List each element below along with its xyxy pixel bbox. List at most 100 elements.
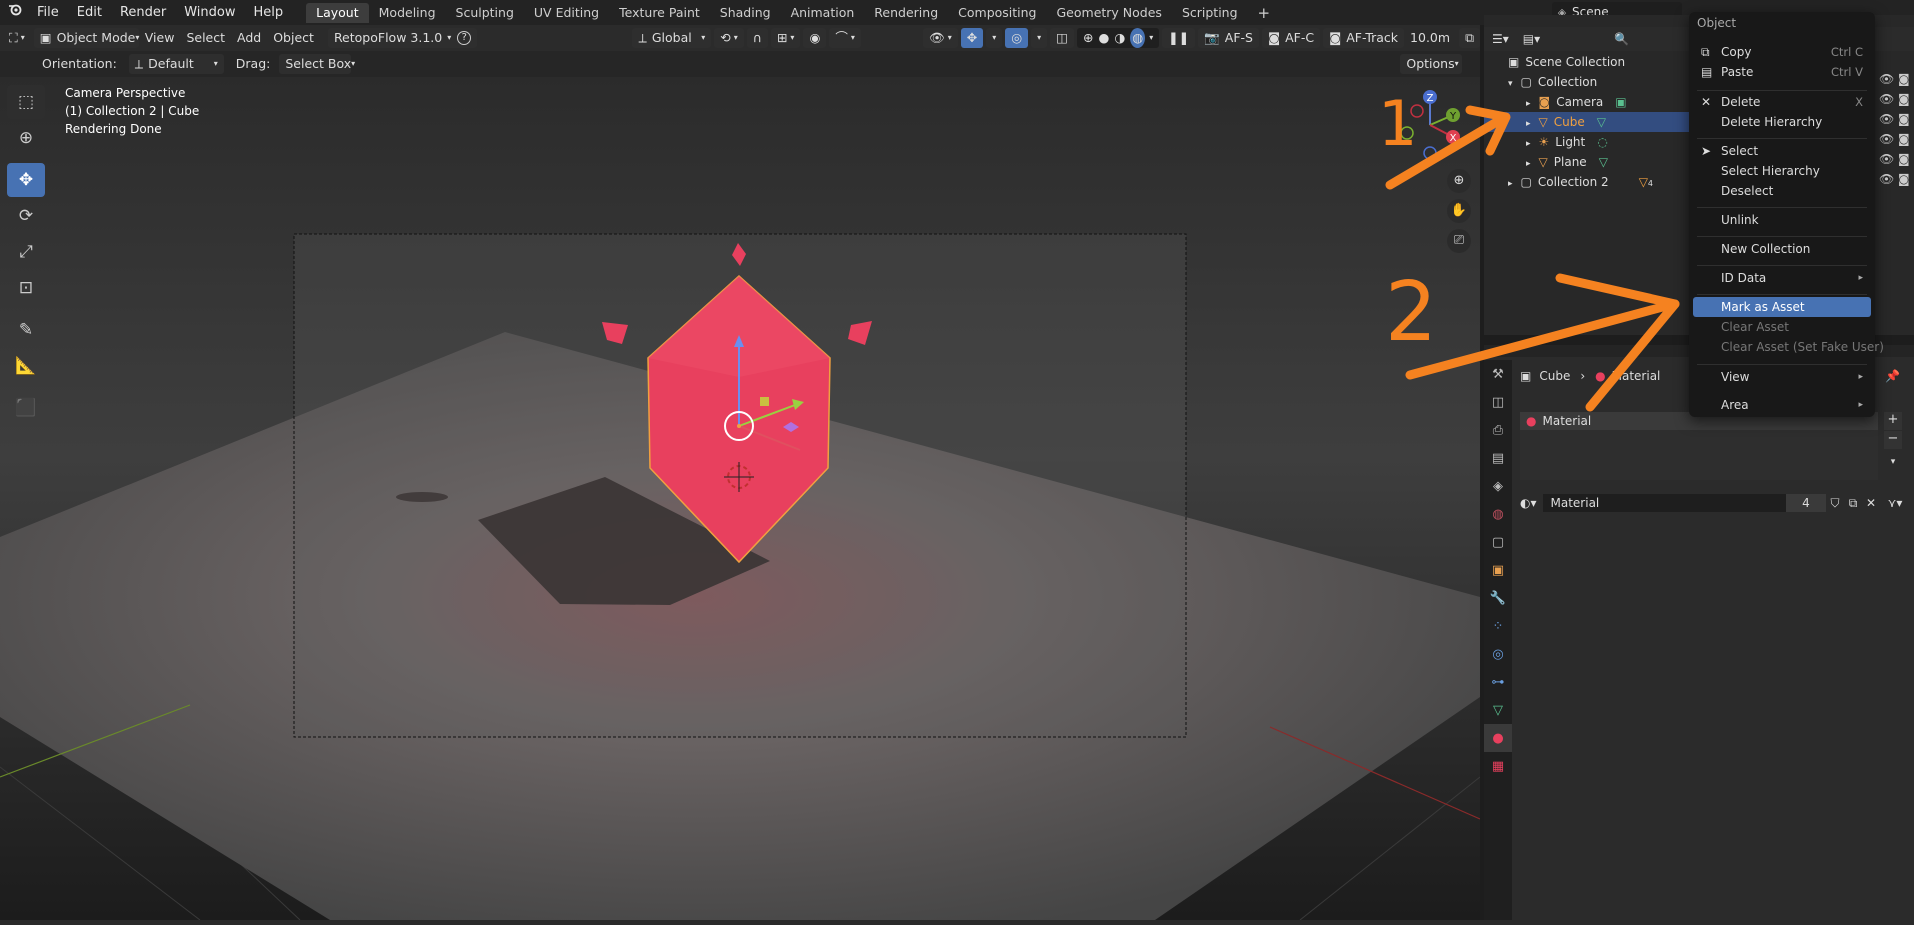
cursor-tool-icon[interactable]: ⊕	[7, 121, 45, 155]
pause-render-button[interactable]: ❚❚	[1162, 28, 1196, 48]
material-shading-icon[interactable]: ◑	[1114, 28, 1125, 48]
measure-tool-icon[interactable]: 📐	[7, 349, 45, 383]
unlink-icon[interactable]: ✕	[1862, 496, 1880, 510]
menu-view[interactable]: View	[139, 28, 181, 48]
expand-arrow-icon[interactable]: ▸	[1526, 139, 1531, 149]
camera-view-icon[interactable]: ⎚	[1447, 229, 1471, 253]
expand-arrow-icon[interactable]: ▸	[1508, 179, 1513, 189]
workspace-tab-texture-paint[interactable]: Texture Paint	[609, 3, 710, 23]
rotate-tool-icon[interactable]: ⟳	[7, 199, 45, 233]
visibility-dropdown[interactable]: 👁 ▾	[922, 28, 958, 48]
menu-item-select[interactable]: ➤ Select	[1693, 141, 1871, 161]
output-tab-icon[interactable]: ⎙	[1484, 416, 1512, 444]
expand-arrow-icon[interactable]: ▾	[1508, 79, 1513, 89]
workspace-tab-animation[interactable]: Animation	[781, 3, 865, 23]
workspace-tab-uv-editing[interactable]: UV Editing	[524, 3, 609, 23]
scene-tab-icon[interactable]: ◈	[1484, 472, 1512, 500]
outliner-scene-collection[interactable]: ▣ Scene Collection	[1484, 52, 1690, 72]
menu-item-clear-asset-fake-user[interactable]: Clear Asset (Set Fake User)	[1693, 337, 1884, 357]
menu-item-copy[interactable]: ⧉ Copy Ctrl C	[1693, 42, 1871, 62]
zoom-icon[interactable]: ⊕	[1447, 169, 1471, 193]
proportional-edit-toggle[interactable]: ◉	[803, 28, 827, 48]
expand-arrow-icon[interactable]: ▸	[1526, 119, 1531, 129]
outliner-item-camera[interactable]: ▸ ◙ Camera ▣	[1484, 92, 1690, 112]
workspace-tab-modeling[interactable]: Modeling	[369, 3, 446, 23]
workspace-tab-scripting[interactable]: Scripting	[1172, 3, 1248, 23]
collection-tab-icon[interactable]: ▢	[1484, 528, 1512, 556]
menu-item-area[interactable]: Area ▸	[1693, 395, 1871, 415]
add-slot-button[interactable]: +	[1884, 412, 1902, 430]
outliner-search-icon[interactable]: 🔍	[1614, 32, 1629, 46]
slot-specials-button[interactable]: ▾	[1884, 457, 1902, 475]
workspace-tab-rendering[interactable]: Rendering	[864, 3, 948, 23]
object-tab-icon[interactable]: ▣	[1484, 556, 1512, 584]
viewport-settings-button[interactable]: ⧉	[1459, 28, 1480, 48]
data-tab-icon[interactable]: ▽	[1484, 696, 1512, 724]
af-track-button[interactable]: ◙ AF-Track	[1323, 28, 1405, 48]
help-icon[interactable]: ?	[457, 31, 472, 45]
transform-orientation-dropdown[interactable]: ⟂ Global ▾	[632, 28, 712, 48]
xray-toggle[interactable]: ◫	[1050, 28, 1074, 48]
eye-icon[interactable]: 👁 ◙	[1879, 172, 1914, 192]
eye-icon[interactable]: 👁 ◙	[1879, 132, 1914, 152]
outliner-collection-2[interactable]: ▸ ▢ Collection 2 ▽4	[1484, 172, 1690, 192]
solid-shading-icon[interactable]: ●	[1098, 28, 1109, 48]
physics-tab-icon[interactable]: ◎	[1484, 640, 1512, 668]
tool-tab-icon[interactable]: ⚒	[1484, 360, 1512, 388]
wireframe-shading-icon[interactable]: ⊕	[1083, 28, 1093, 48]
material-name-field[interactable]: Material	[1542, 494, 1786, 512]
eye-icon[interactable]: 👁 ◙	[1879, 112, 1914, 132]
node-tree-icon[interactable]: ⋎▾	[1880, 496, 1910, 510]
view-layer-tab-icon[interactable]: ▤	[1484, 444, 1512, 472]
menu-item-deselect[interactable]: Deselect	[1693, 181, 1871, 201]
breadcrumb-object[interactable]: Cube	[1539, 369, 1570, 383]
navigation-gizmo[interactable]: Z Y X	[1395, 85, 1465, 165]
rendered-shading-icon[interactable]: ◍	[1130, 28, 1146, 48]
overlay-dropdown[interactable]: ▾	[1031, 28, 1048, 48]
menu-edit[interactable]: Edit	[68, 0, 111, 25]
falloff-dropdown[interactable]: ⌒ ▾	[829, 28, 861, 48]
overlay-toggle[interactable]: ◎	[1005, 28, 1029, 48]
af-s-button[interactable]: 📷 AF-S	[1198, 28, 1259, 48]
display-mode-icon[interactable]: ▤▾	[1523, 32, 1540, 46]
pan-hand-icon[interactable]: ✋	[1447, 199, 1471, 223]
particles-tab-icon[interactable]: ⁘	[1484, 612, 1512, 640]
shading-mode-group[interactable]: ⊕ ● ◑ ◍ ▾	[1076, 28, 1160, 48]
eye-icon[interactable]: 👁 ◙	[1879, 72, 1914, 92]
camera-data-icon[interactable]: ▣	[1615, 95, 1626, 109]
af-c-button[interactable]: ◙ AF-C	[1261, 28, 1321, 48]
gizmo-plane-handle[interactable]	[760, 397, 769, 406]
eye-icon[interactable]: 👁 ◙	[1879, 152, 1914, 172]
material-tab-icon[interactable]: ●	[1484, 724, 1512, 752]
menu-help[interactable]: Help	[245, 0, 293, 25]
expand-arrow-icon[interactable]: ▸	[1526, 159, 1531, 169]
light-data-icon[interactable]: ◌	[1597, 135, 1607, 149]
texture-tab-icon[interactable]: ▦	[1484, 752, 1512, 780]
outliner-item-plane[interactable]: ▸ ▽ Plane ▽	[1484, 152, 1690, 172]
outliner-collection[interactable]: ▾ ▢ Collection	[1484, 72, 1690, 92]
material-browse-icon[interactable]: ◐▾	[1520, 496, 1537, 510]
3d-viewport[interactable]: Camera Perspective (1) Collection 2 | Cu…	[0, 77, 1480, 920]
expand-arrow-icon[interactable]: ▸	[1526, 99, 1531, 109]
scale-tool-icon[interactable]: ⤢	[7, 235, 45, 269]
outliner-editor-icon[interactable]: ☰▾	[1492, 32, 1509, 46]
move-tool-icon[interactable]: ✥	[7, 163, 45, 197]
menu-item-delete-hierarchy[interactable]: Delete Hierarchy	[1693, 112, 1871, 132]
snap-dropdown[interactable]: ⊞ ▾	[770, 28, 801, 48]
pin-icon[interactable]: 📌	[1885, 369, 1900, 383]
add-cube-tool-icon[interactable]: ⬛	[7, 391, 45, 425]
menu-render[interactable]: Render	[111, 0, 175, 25]
menu-select[interactable]: Select	[180, 28, 231, 48]
menu-add[interactable]: Add	[231, 28, 267, 48]
material-slot-list[interactable]	[1520, 430, 1878, 480]
render-tab-icon[interactable]: ◫	[1484, 388, 1512, 416]
mesh-data-icon[interactable]: ▽	[1597, 115, 1606, 129]
fake-user-icon[interactable]: ⛉	[1826, 496, 1844, 511]
retopoflow-dropdown[interactable]: RetopoFlow 3.1.0 ▾ ?	[327, 28, 478, 48]
gizmo-toggle[interactable]: ✥	[960, 28, 984, 48]
drag-dropdown[interactable]: Select Box ▾	[279, 54, 355, 74]
transform-tool-icon[interactable]: ⊡	[7, 271, 45, 305]
menu-item-select-hierarchy[interactable]: Select Hierarchy	[1693, 161, 1871, 181]
eye-icon[interactable]: 👁 ◙	[1879, 92, 1914, 112]
pivot-point-dropdown[interactable]: ⟲ ▾	[714, 28, 744, 48]
